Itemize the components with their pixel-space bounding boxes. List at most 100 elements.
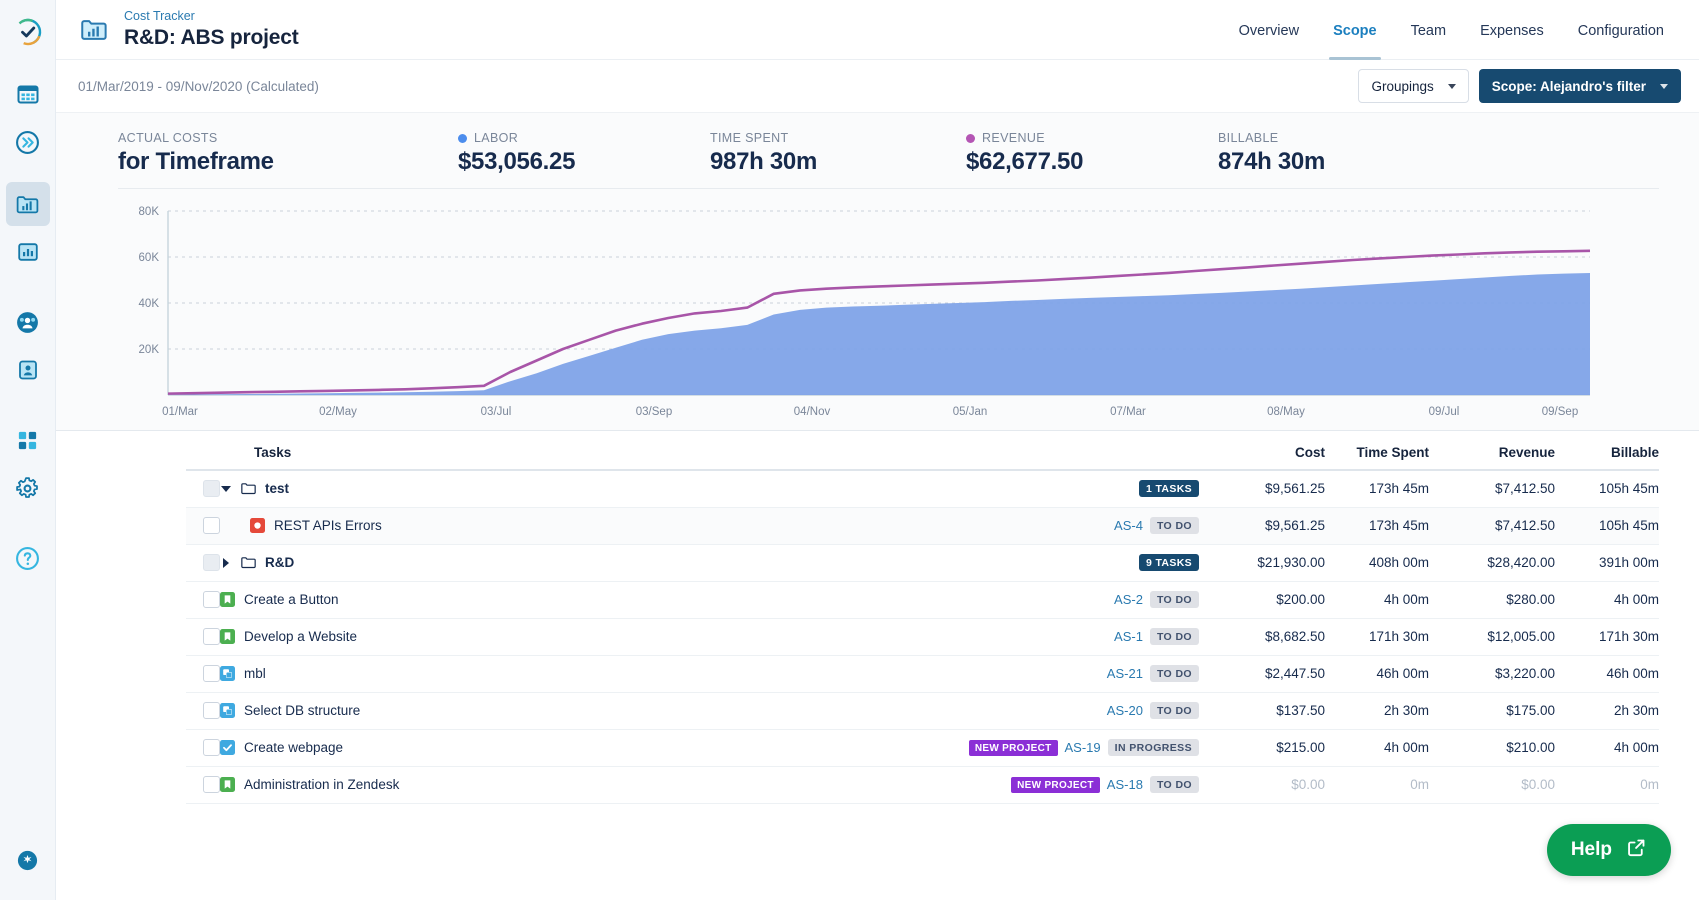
cost-tracker-folder-icon (15, 192, 40, 217)
table-row[interactable]: test1 TASKS$9,561.25173h 45m$7,412.50105… (186, 470, 1659, 507)
groupings-label: Groupings (1371, 79, 1433, 94)
scope-filter-button[interactable]: Scope: Alejandro's filter (1479, 69, 1681, 103)
table-row[interactable]: R&D9 TASKS$21,930.00408h 00m$28,420.0039… (186, 544, 1659, 581)
svg-text:07/Mar: 07/Mar (1110, 406, 1146, 418)
row-title[interactable]: R&D (265, 555, 294, 570)
row-billable: 105h 45m (1555, 470, 1659, 507)
table-row[interactable]: Select DB structureAS-20TO DO$137.502h 3… (186, 692, 1659, 729)
kpi-actual-costs: ACTUAL COSTS for Timeframe (118, 131, 458, 176)
row-title[interactable]: Develop a Website (244, 629, 357, 644)
subtask-icon (220, 666, 236, 681)
subheader-actions: Groupings Scope: Alejandro's filter (1358, 69, 1681, 103)
settings-gear-icon[interactable] (6, 466, 50, 510)
tab-overview[interactable]: Overview (1222, 3, 1316, 60)
tab-team[interactable]: Team (1394, 3, 1463, 60)
main-content: Cost Tracker R&D: ABS project Overview S… (56, 0, 1699, 900)
kpi-label: LABOR (474, 131, 518, 145)
svg-text:60K: 60K (139, 252, 160, 264)
apps-grid-icon[interactable] (6, 418, 50, 462)
help-circle-icon[interactable] (6, 536, 50, 580)
issue-key-link[interactable]: AS-1 (1114, 629, 1143, 644)
row-revenue: $12,005.00 (1435, 618, 1555, 655)
tab-configuration[interactable]: Configuration (1561, 3, 1681, 60)
row-checkbox-cell (186, 692, 220, 729)
row-title[interactable]: Create webpage (244, 740, 343, 755)
story-icon (220, 777, 236, 792)
table-row[interactable]: Administration in Zendesk NEW PROJECTAS-1… (186, 766, 1659, 803)
breadcrumb[interactable]: Cost Tracker (124, 9, 299, 24)
kpi-value: $62,677.50 (966, 148, 1218, 176)
row-checkbox[interactable] (203, 702, 220, 719)
groupings-button[interactable]: Groupings (1358, 69, 1468, 103)
row-meta-cell: NEW PROJECTAS-18TO DO (714, 766, 1208, 803)
issue-key-link[interactable]: AS-2 (1114, 592, 1143, 607)
row-billable: 171h 30m (1555, 618, 1659, 655)
row-name-cell: Administration in Zendesk (220, 766, 714, 803)
row-title[interactable]: test (265, 481, 289, 496)
status-badge: TO DO (1150, 628, 1199, 645)
header-time-spent[interactable]: Time Spent (1325, 431, 1435, 470)
teams-icon[interactable] (6, 300, 50, 344)
logo-check-icon[interactable] (6, 10, 50, 54)
new-project-badge: NEW PROJECT (969, 740, 1058, 756)
row-billable: 4h 00m (1555, 729, 1659, 766)
row-cost: $200.00 (1207, 581, 1325, 618)
row-checkbox[interactable] (203, 517, 220, 534)
row-checkbox[interactable] (203, 739, 220, 756)
svg-text:80K: 80K (139, 206, 160, 218)
row-meta-cell: AS-21TO DO (714, 655, 1208, 692)
header-revenue[interactable]: Revenue (1435, 431, 1555, 470)
tab-scope[interactable]: Scope (1316, 3, 1394, 60)
row-checkbox[interactable] (203, 776, 220, 793)
row-title[interactable]: REST APIs Errors (274, 518, 382, 533)
chevrons-right-icon[interactable] (6, 120, 50, 164)
issue-key-link[interactable]: AS-4 (1114, 518, 1143, 533)
header-tasks[interactable]: Tasks (220, 431, 1207, 470)
user-icon[interactable] (6, 348, 50, 392)
row-checkbox[interactable] (203, 554, 220, 571)
row-cost: $8,682.50 (1207, 618, 1325, 655)
row-revenue: $7,412.50 (1435, 470, 1555, 507)
row-title[interactable]: Select DB structure (244, 703, 360, 718)
calendar-icon[interactable] (6, 72, 50, 116)
row-checkbox-cell (186, 470, 220, 507)
row-time-spent: 171h 30m (1325, 618, 1435, 655)
row-checkbox-cell (186, 544, 220, 581)
issue-key-link[interactable]: AS-18 (1107, 777, 1143, 792)
external-link-icon (1626, 837, 1647, 864)
row-checkbox[interactable] (203, 480, 220, 497)
sidebar-item-cost-tracker[interactable] (6, 182, 50, 226)
header-cost[interactable]: Cost (1207, 431, 1325, 470)
table-row[interactable]: Create webpageNEW PROJECTAS-19IN PROGRES… (186, 729, 1659, 766)
kpi-time-spent: TIME SPENT 987h 30m (710, 131, 966, 176)
expand-collapse-icon-open[interactable] (220, 486, 232, 492)
pin-icon[interactable] (6, 838, 50, 882)
row-title[interactable]: Administration in Zendesk (244, 777, 399, 792)
row-checkbox[interactable] (203, 628, 220, 645)
table-row[interactable]: REST APIs ErrorsAS-4TO DO$9,561.25173h 4… (186, 507, 1659, 544)
table-row[interactable]: Develop a WebsiteAS-1TO DO$8,682.50171h … (186, 618, 1659, 655)
svg-text:09/Jul: 09/Jul (1429, 406, 1460, 418)
row-title[interactable]: mbl (244, 666, 266, 681)
row-revenue: $175.00 (1435, 692, 1555, 729)
row-checkbox[interactable] (203, 665, 220, 682)
issue-key-link[interactable]: AS-19 (1065, 740, 1101, 755)
row-title[interactable]: Create a Button (244, 592, 339, 607)
row-checkbox[interactable] (203, 591, 220, 608)
scope-filter-label: Scope: Alejandro's filter (1492, 79, 1646, 94)
help-button[interactable]: Help (1547, 824, 1671, 876)
table-row[interactable]: Create a ButtonAS-2TO DO$200.004h 00m$28… (186, 581, 1659, 618)
row-cost: $137.50 (1207, 692, 1325, 729)
header-billable[interactable]: Billable (1555, 431, 1659, 470)
svg-text:05/Jan: 05/Jan (953, 406, 988, 418)
issue-key-link[interactable]: AS-21 (1107, 666, 1143, 681)
table-row[interactable]: mblAS-21TO DO$2,447.5046h 00m$3,220.0046… (186, 655, 1659, 692)
kpi-row: ACTUAL COSTS for Timeframe LABOR $53,056… (118, 131, 1659, 189)
reports-chart-icon[interactable] (6, 230, 50, 274)
row-billable: 0m (1555, 766, 1659, 803)
row-checkbox-cell (186, 766, 220, 803)
row-time-spent: 173h 45m (1325, 470, 1435, 507)
expand-collapse-icon-closed[interactable] (220, 558, 232, 568)
issue-key-link[interactable]: AS-20 (1107, 703, 1143, 718)
tab-expenses[interactable]: Expenses (1463, 3, 1561, 60)
